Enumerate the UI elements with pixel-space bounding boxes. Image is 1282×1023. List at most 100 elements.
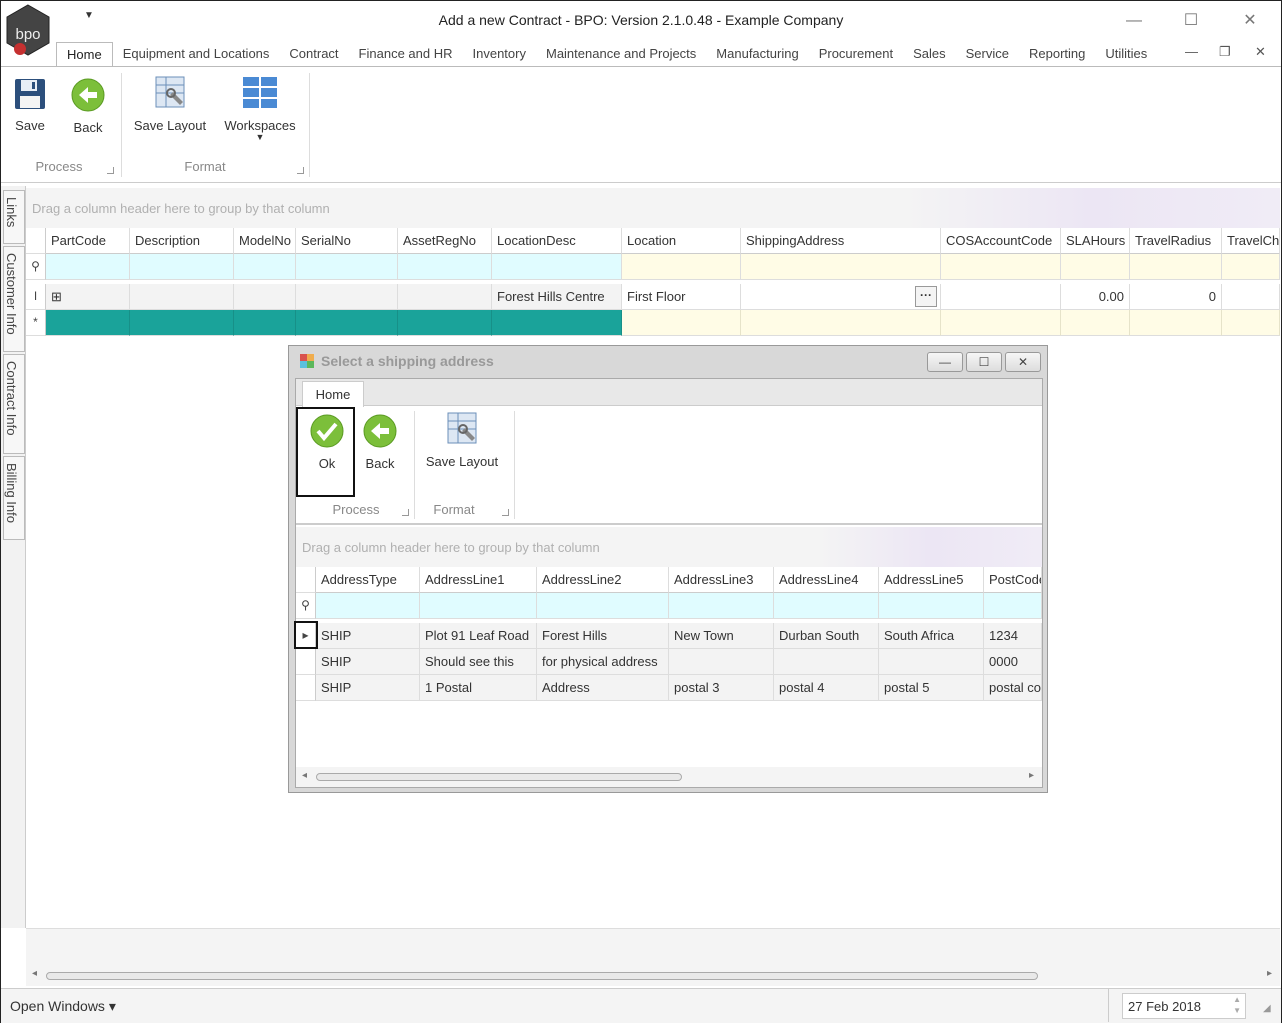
address-cell[interactable]: 0000 (984, 649, 1042, 675)
new-row-cell[interactable] (46, 310, 130, 336)
address-cell[interactable] (669, 649, 774, 675)
address-cell[interactable]: postal co (984, 675, 1042, 701)
tab-finance-and-hr[interactable]: Finance and HR (349, 42, 463, 66)
filter-cell[interactable] (984, 593, 1042, 619)
new-row-cell[interactable] (130, 310, 234, 336)
back-button[interactable]: Back (65, 77, 111, 135)
maximize-button[interactable]: ☐ (1176, 9, 1206, 33)
dialog-back-button[interactable]: Back (360, 413, 400, 471)
dialog-maximize-button[interactable]: ☐ (966, 352, 1002, 372)
column-header[interactable]: PartCode (46, 228, 130, 254)
new-row-cell[interactable] (398, 310, 492, 336)
filter-cell[interactable] (420, 593, 537, 619)
dialog-horizontal-scrollbar[interactable]: ◂ ▸ (296, 767, 1042, 787)
filter-cell[interactable] (316, 593, 420, 619)
mdi-restore-button[interactable]: ❐ (1219, 44, 1231, 60)
scroll-thumb[interactable] (316, 773, 682, 781)
new-row-cell[interactable] (941, 310, 1061, 336)
column-header[interactable]: COSAccountCode (941, 228, 1061, 254)
filter-cell[interactable] (296, 254, 398, 280)
scroll-right-icon[interactable]: ▸ (1267, 968, 1272, 979)
partcode-cell[interactable]: ⊞ (46, 284, 130, 310)
close-button[interactable]: ✕ (1235, 9, 1265, 33)
dialog-minimize-button[interactable]: — (927, 352, 963, 372)
date-field[interactable]: 27 Feb 2018 ▲ ▼ (1122, 993, 1246, 1019)
filter-cell[interactable] (537, 593, 669, 619)
column-header[interactable]: SLAHours (1061, 228, 1130, 254)
dialog-close-button[interactable]: ✕ (1005, 352, 1041, 372)
description-cell[interactable] (130, 284, 234, 310)
column-header[interactable]: AddressLine4 (774, 567, 879, 593)
expand-icon[interactable]: ⊞ (51, 289, 62, 304)
address-cell[interactable]: SHIP (316, 623, 420, 649)
address-cell[interactable]: postal 3 (669, 675, 774, 701)
column-header[interactable]: AddressLine2 (537, 567, 669, 593)
address-cell[interactable]: Forest Hills (537, 623, 669, 649)
address-cell[interactable]: SHIP (316, 675, 420, 701)
address-cell[interactable]: Durban South (774, 623, 879, 649)
filter-cell[interactable] (130, 254, 234, 280)
table-row[interactable]: SHIP 1 Postal Address postal 3 postal 4 … (296, 675, 1042, 701)
address-cell[interactable]: New Town (669, 623, 774, 649)
filter-cell[interactable] (669, 593, 774, 619)
filter-cell[interactable] (1130, 254, 1222, 280)
bpo-logo-icon[interactable]: bpo (3, 3, 53, 65)
dialog-tab-home[interactable]: Home (302, 381, 364, 407)
column-header[interactable]: ShippingAddress (741, 228, 941, 254)
filter-cell[interactable] (1061, 254, 1130, 280)
side-tab-links[interactable]: Links (3, 190, 25, 244)
open-windows-button[interactable]: Open Windows ▾ (10, 998, 116, 1015)
slahours-cell[interactable]: 0.00 (1061, 284, 1130, 310)
resize-grip-icon[interactable]: ◢ (1263, 1003, 1271, 1014)
column-header[interactable]: Location (622, 228, 741, 254)
filter-cell[interactable] (46, 254, 130, 280)
ellipsis-button[interactable]: ··· (915, 286, 937, 307)
side-tab-contract-info[interactable]: Contract Info (3, 354, 25, 454)
tab-utilities[interactable]: Utilities (1095, 42, 1157, 66)
dialog-process-launcher-icon[interactable] (402, 509, 409, 516)
dialog-save-layout-button[interactable]: Save Layout (420, 411, 504, 469)
address-cell[interactable]: 1234 (984, 623, 1042, 649)
process-launcher-icon[interactable] (107, 167, 114, 174)
new-row-cell[interactable] (1130, 310, 1222, 336)
scroll-thumb[interactable] (46, 972, 1038, 980)
side-tab-customer-info[interactable]: Customer Info (3, 246, 25, 352)
scroll-left-icon[interactable]: ◂ (302, 770, 307, 781)
tab-sales[interactable]: Sales (903, 42, 956, 66)
tab-contract[interactable]: Contract (279, 42, 348, 66)
mdi-minimize-button[interactable]: — (1185, 44, 1198, 59)
minimize-button[interactable]: — (1119, 9, 1149, 33)
travelcharge-cell[interactable] (1222, 284, 1280, 310)
table-row[interactable]: I ⊞ Forest Hills Centre First Floor ··· … (26, 284, 1280, 310)
new-row-cell[interactable] (296, 310, 398, 336)
column-header[interactable]: AddressType (316, 567, 420, 593)
tab-manufacturing[interactable]: Manufacturing (706, 42, 808, 66)
column-header[interactable]: LocationDesc (492, 228, 622, 254)
column-header[interactable]: AddressLine1 (420, 567, 537, 593)
address-cell[interactable]: Plot 91 Leaf Road (420, 623, 537, 649)
format-launcher-icon[interactable] (297, 167, 304, 174)
filter-cell[interactable] (879, 593, 984, 619)
mdi-close-button[interactable]: ✕ (1255, 44, 1266, 60)
workspaces-button[interactable]: Workspaces ▼ (221, 75, 299, 142)
travelradius-cell[interactable]: 0 (1130, 284, 1222, 310)
column-header[interactable]: TravelCh (1222, 228, 1280, 254)
filter-cell[interactable] (774, 593, 879, 619)
serialno-cell[interactable] (296, 284, 398, 310)
address-cell[interactable]: for physical address (537, 649, 669, 675)
filter-cell[interactable] (622, 254, 741, 280)
side-tab-billing-info[interactable]: Billing Info (3, 456, 25, 540)
column-header[interactable]: Description (130, 228, 234, 254)
address-cell[interactable]: Address (537, 675, 669, 701)
address-cell[interactable]: SHIP (316, 649, 420, 675)
cosaccountcode-cell[interactable] (941, 284, 1061, 310)
address-cell[interactable]: 1 Postal (420, 675, 537, 701)
address-cell[interactable]: postal 5 (879, 675, 984, 701)
column-header[interactable]: SerialNo (296, 228, 398, 254)
column-header[interactable]: ModelNo (234, 228, 296, 254)
tab-maintenance-and-projects[interactable]: Maintenance and Projects (536, 42, 706, 66)
new-row-cell[interactable] (1061, 310, 1130, 336)
assetregno-cell[interactable] (398, 284, 492, 310)
group-by-panel[interactable]: Drag a column header here to group by th… (26, 188, 1280, 229)
horizontal-scrollbar[interactable]: ◂ ▸ (26, 966, 1280, 986)
